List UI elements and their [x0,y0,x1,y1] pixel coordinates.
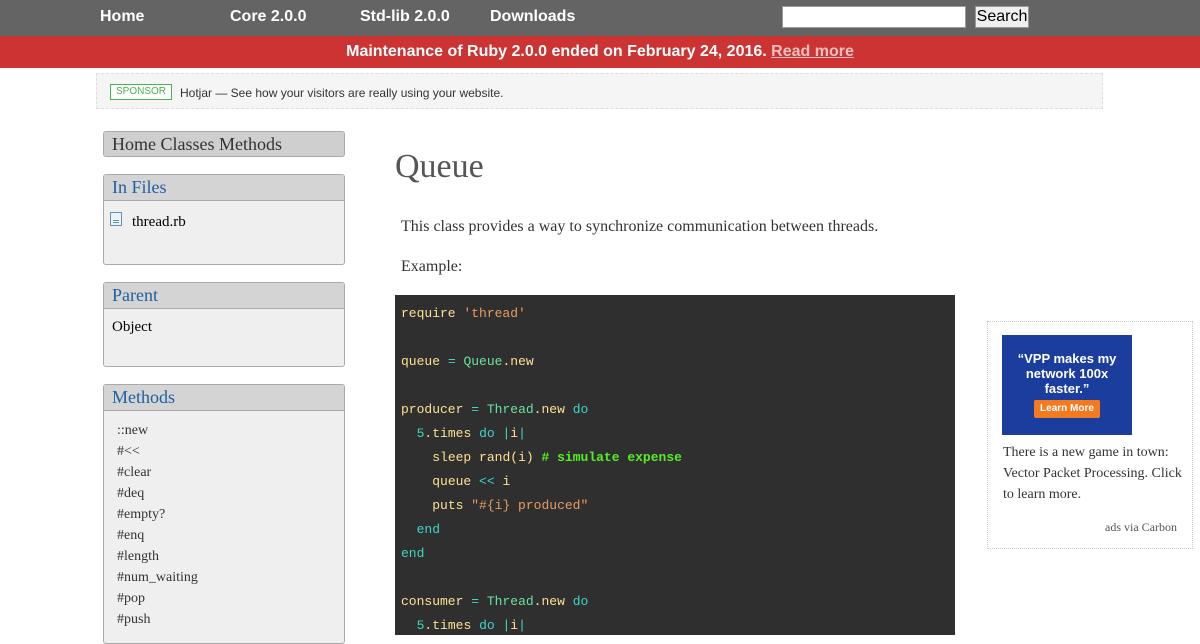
code-token: queue [401,354,441,369]
code-line: 5.times do |i| [401,618,526,633]
in-files-box: In Files thread.rb [103,174,345,265]
ad-text[interactable]: There is a new game in town: Vector Pack… [1003,442,1183,505]
method-link[interactable]: #pop [117,588,198,609]
code-line: queue = Queue.new [401,354,534,369]
methods-list: ::new #<< #clear #deq #empty? #enq #leng… [117,420,198,630]
class-description: This class provides a way to synchronize… [401,218,879,235]
code-line: puts "#{i} produced" [401,498,588,513]
parent-class-value: Object [112,319,152,335]
nav-stdlib-link[interactable]: Std-lib 2.0.0 [360,8,450,26]
code-line: end [401,522,440,537]
code-token: "#{i} produced" [471,498,589,513]
parent-heading: Parent [104,283,344,309]
nav-core-link[interactable]: Core 2.0.0 [230,8,306,26]
code-token: do [479,426,495,441]
carbon-ad[interactable]: “VPP makes my network 100x faster.” Lear… [987,321,1193,549]
sidebar-nav-box: Home Classes Methods [103,131,345,157]
code-token: end [401,546,425,561]
code-token: new [541,402,565,417]
code-token: | [518,618,526,633]
code-token: do [572,402,589,417]
sidebar-nav-label[interactable]: Home Classes Methods [112,134,282,155]
ad-credit-link[interactable]: ads via Carbon [1105,520,1177,535]
code-token: sleep [432,450,472,465]
code-line: sleep rand(i) # simulate expense [401,450,682,465]
code-token: i [502,474,511,489]
code-token: << [479,474,495,489]
code-line: 5.times do |i| [401,426,526,441]
ad-quote: “VPP makes my network 100x faster.” [1017,351,1117,396]
method-link[interactable]: #clear [117,462,198,483]
ad-learn-more-button[interactable]: Learn More [1034,400,1100,418]
method-link[interactable]: #enq [117,525,198,546]
sponsor-text[interactable]: Hotjar — See how your visitors are reall… [180,86,503,100]
search-input[interactable] [782,6,966,28]
code-token: do [479,618,495,633]
code-token: ( [510,450,519,465]
file-icon [110,212,122,226]
method-link[interactable]: ::new [117,420,198,441]
code-token: new [510,354,534,369]
code-token: times [432,426,472,441]
code-comment: # simulate expense [541,450,682,465]
code-token: Thread [486,402,534,417]
code-line: producer = Thread.new do [401,402,588,417]
page-title: Queue [395,148,484,185]
code-token: | [518,426,526,441]
code-token: producer [401,402,464,417]
method-link[interactable]: #deq [117,483,198,504]
file-link[interactable]: thread.rb [132,214,186,231]
method-link[interactable]: #length [117,546,198,567]
top-navigation-bar: Home Core 2.0.0 Std-lib 2.0.0 Downloads … [0,0,1200,36]
code-token: consumer [401,594,464,609]
code-line: require 'thread' [401,306,526,321]
code-token: 'thread' [463,306,526,321]
maintenance-banner: Maintenance of Ruby 2.0.0 ended on Febru… [0,36,1200,68]
code-token: = [447,354,456,369]
code-token: queue [432,474,472,489]
code-token: require [401,306,456,321]
code-line: end [401,546,424,561]
nav-downloads-link[interactable]: Downloads [490,8,575,26]
code-line: consumer = Thread.new do [401,594,588,609]
code-token: = [471,402,480,417]
code-token: Thread [486,594,534,609]
sponsor-bar[interactable]: SPONSOR Hotjar — See how your visitors a… [96,73,1103,109]
in-files-heading: In Files [104,175,344,201]
code-token: new [541,594,565,609]
sponsor-badge: SPONSOR [110,84,173,100]
code-token: ) [525,450,534,465]
method-link[interactable]: #empty? [117,504,198,525]
code-line: queue << i [401,474,510,489]
method-link[interactable]: #<< [117,441,198,462]
parent-box: Parent Object [103,282,345,367]
code-example-block: require 'thread' queue = Queue.new produ… [395,295,955,635]
code-token: Queue [463,354,503,369]
code-token: end [416,522,441,537]
code-token: times [432,618,472,633]
code-token: i [510,618,519,633]
code-token: i [510,426,519,441]
methods-heading: Methods [104,385,344,411]
method-link[interactable]: #push [117,609,198,630]
code-token: do [572,594,589,609]
method-link[interactable]: #num_waiting [117,567,198,588]
code-token: i [518,450,526,465]
search-button[interactable]: Search [975,6,1029,28]
banner-text: Maintenance of Ruby 2.0.0 ended on Febru… [346,43,767,60]
read-more-link[interactable]: Read more [771,43,854,60]
nav-home-link[interactable]: Home [100,8,144,26]
code-token: puts [432,498,464,513]
methods-box: Methods ::new #<< #clear #deq #empty? #e… [103,384,345,644]
code-token: = [471,594,480,609]
code-token: rand [479,450,511,465]
ad-image[interactable]: “VPP makes my network 100x faster.” Lear… [1002,335,1132,435]
example-label: Example: [401,258,463,275]
